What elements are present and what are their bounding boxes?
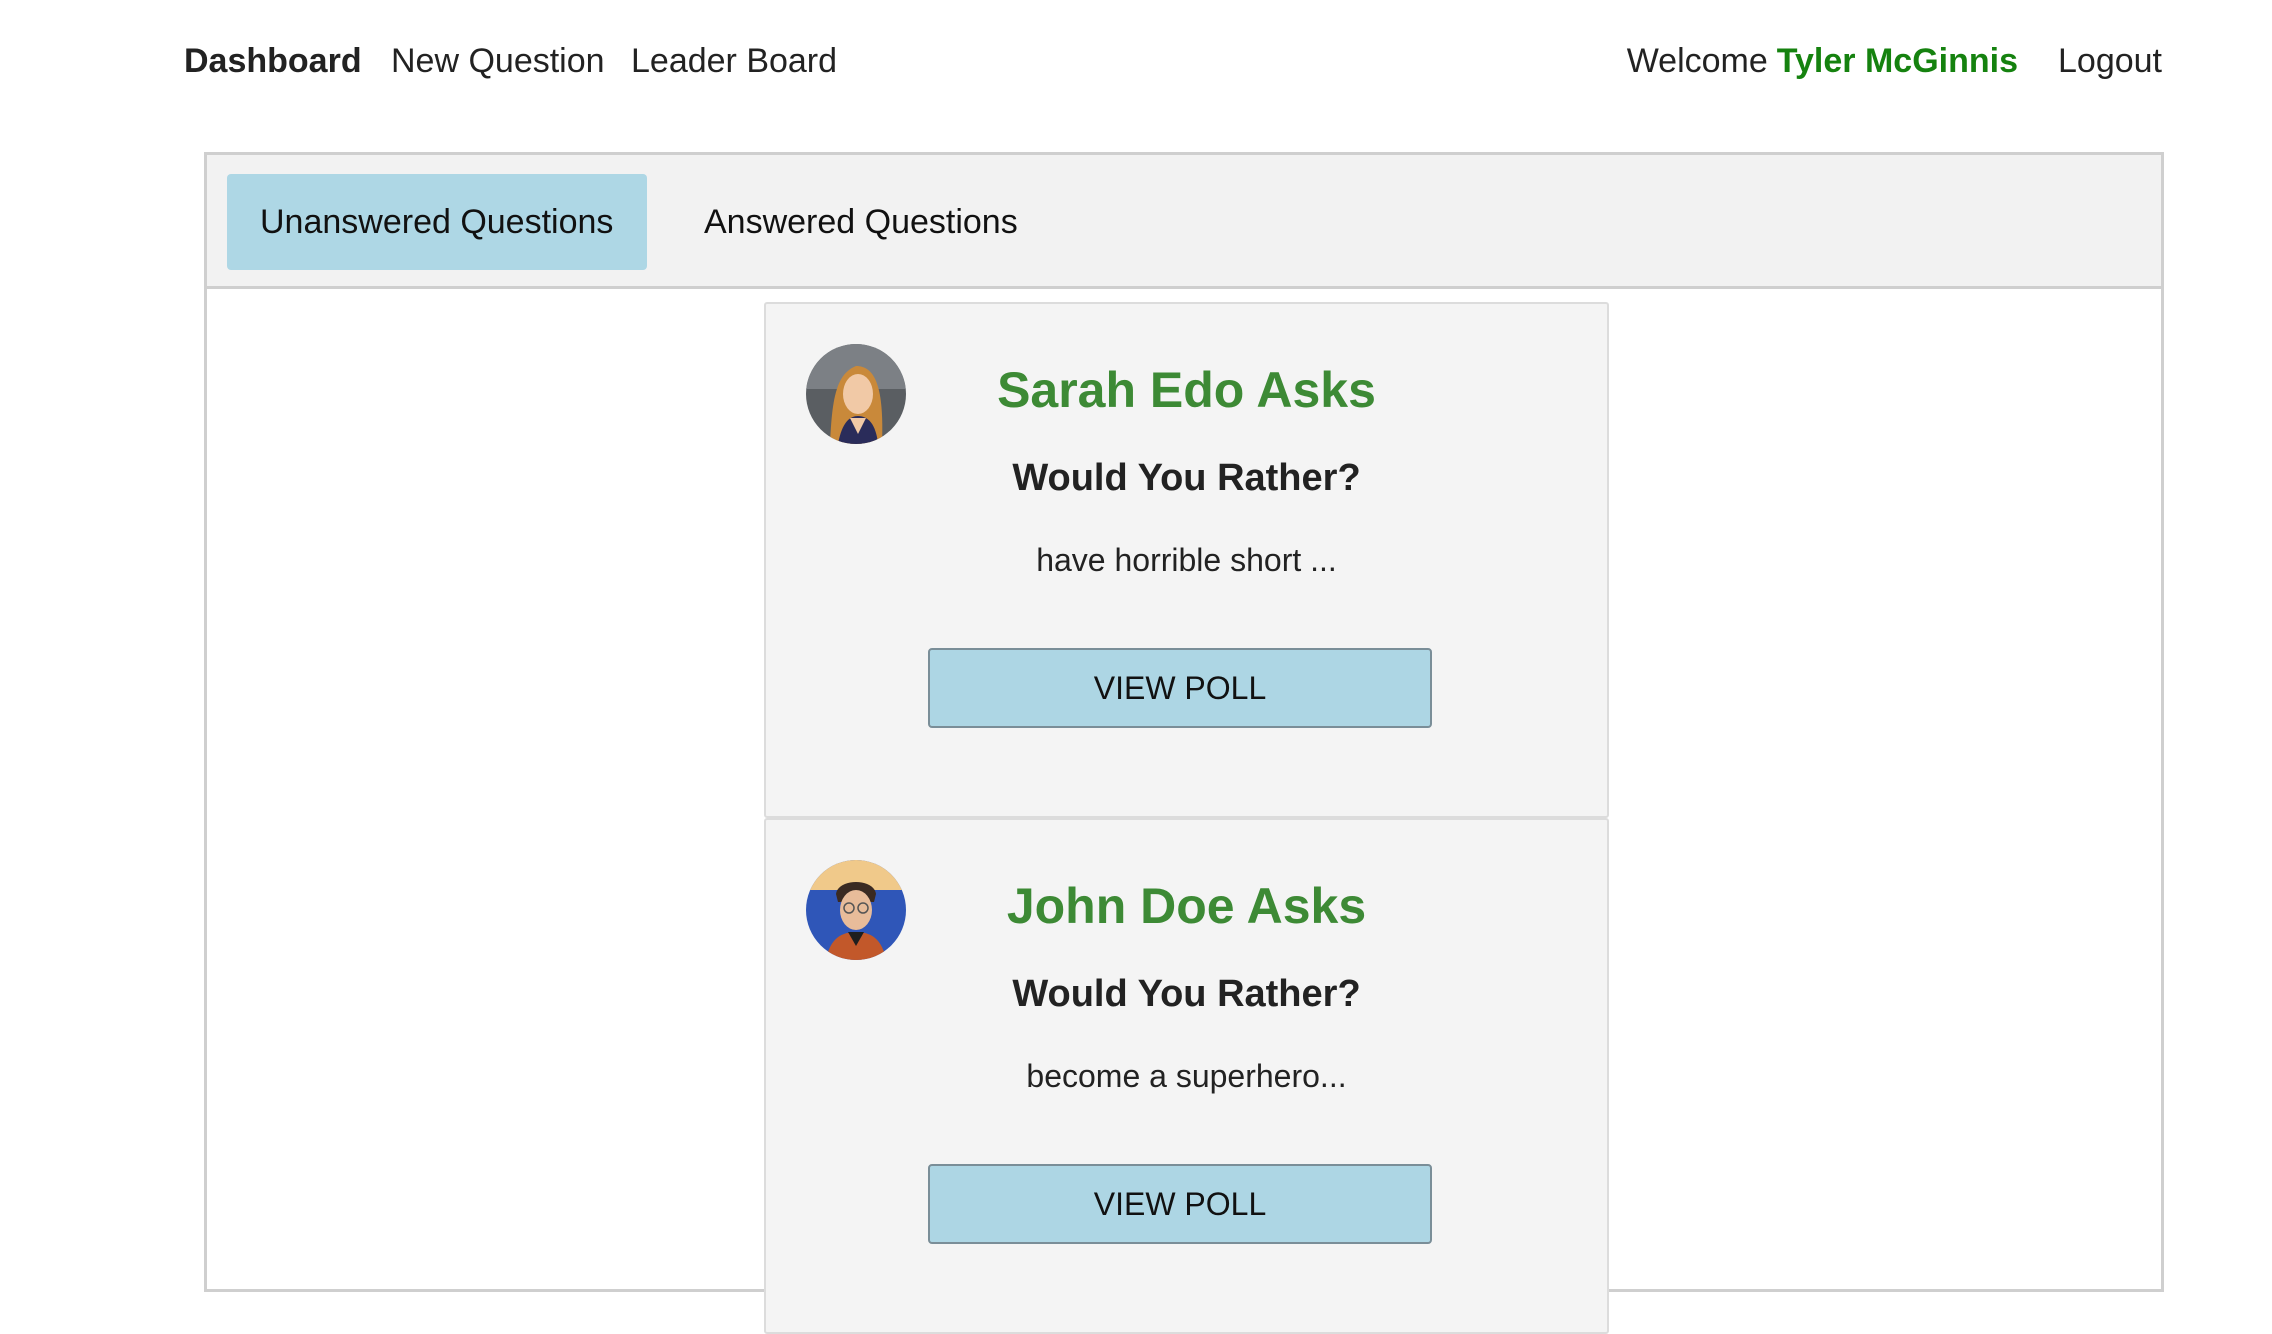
view-poll-button[interactable]: VIEW POLL bbox=[928, 1164, 1432, 1244]
question-card: Sarah Edo Asks Would You Rather? have ho… bbox=[764, 302, 1609, 818]
question-author-title: Sarah Edo Asks bbox=[997, 362, 1376, 418]
question-preview: become a superhero... bbox=[1026, 1058, 1347, 1094]
welcome-text: Welcome bbox=[1626, 42, 1768, 80]
question-card: John Doe Asks Would You Rather? become a… bbox=[764, 818, 1609, 1334]
username: Tyler McGinnis bbox=[1776, 42, 2018, 80]
nav-dashboard-link[interactable]: Dashboard bbox=[184, 38, 362, 84]
questions-panel: Unanswered Questions Answered Questions … bbox=[204, 152, 2164, 1334]
tab-answered[interactable]: Answered Questions bbox=[671, 174, 1051, 270]
would-you-rather-heading: Would You Rather? bbox=[1012, 973, 1361, 1015]
top-nav: Dashboard New Question Leader Board Welc… bbox=[0, 0, 2272, 124]
would-you-rather-heading: Would You Rather? bbox=[1012, 457, 1361, 499]
question-preview: have horrible short ... bbox=[1036, 542, 1337, 578]
view-poll-button[interactable]: VIEW POLL bbox=[928, 648, 1432, 728]
question-tabs: Unanswered Questions Answered Questions bbox=[207, 155, 2161, 289]
logout-link[interactable]: Logout bbox=[2058, 38, 2162, 84]
user-area: Welcome Tyler McGinnis Logout bbox=[1627, 38, 2162, 84]
question-author-title: John Doe Asks bbox=[1006, 878, 1367, 934]
nav-new-question-link[interactable]: New Question bbox=[391, 38, 605, 84]
nav-leader-board-link[interactable]: Leader Board bbox=[631, 38, 837, 84]
tab-unanswered[interactable]: Unanswered Questions bbox=[227, 174, 647, 270]
